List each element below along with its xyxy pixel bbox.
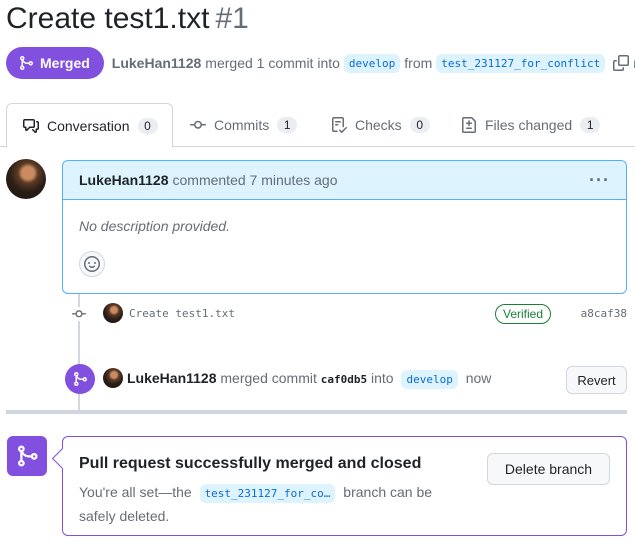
merge-status-box: Pull request successfully merged and clo… [62, 436, 627, 536]
pr-title: Create test1.txt [6, 2, 210, 35]
comment-body: No description provided. [79, 218, 230, 234]
git-merge-icon [74, 372, 88, 386]
comment-menu-icon[interactable]: ··· [589, 170, 610, 191]
git-commit-icon [72, 307, 86, 321]
avatar[interactable] [103, 368, 123, 388]
git-merge-icon [18, 445, 38, 467]
commit-message-link[interactable]: Create test1.txt [129, 307, 235, 320]
file-diff-icon [462, 117, 476, 133]
git-commit-icon [190, 120, 206, 129]
add-reaction-button[interactable] [79, 251, 105, 277]
avatar[interactable] [103, 303, 123, 323]
page-title: Create test1.txt #1 [6, 2, 249, 36]
tab-conversation[interactable]: Conversation 0 [6, 103, 173, 148]
tab-files-changed[interactable]: Files changed 1 [461, 103, 601, 147]
comment-timestamp[interactable]: commented 7 minutes ago [173, 172, 338, 188]
merge-desc-before: You're all set—the [79, 484, 192, 500]
comment-author-link[interactable]: LukeHan1128 [79, 172, 169, 188]
merge-commit-sha-link[interactable]: caf0db5 [321, 373, 367, 386]
delete-branch-button[interactable]: Delete branch [487, 453, 610, 485]
pr-description-comment: LukeHan1128 commented 7 minutes ago ··· … [62, 160, 627, 294]
merge-event-badge [65, 364, 95, 394]
tab-counter: 0 [137, 117, 158, 134]
head-branch-link[interactable]: test_231127_for_conflict [436, 53, 606, 73]
tab-label: Checks [355, 117, 402, 133]
tab-commits[interactable]: Commits 1 [190, 103, 298, 147]
git-merge-icon [20, 56, 34, 70]
verified-badge[interactable]: Verified [495, 304, 552, 324]
merged-status-icon [7, 436, 47, 476]
state-label: Merged [40, 55, 90, 71]
into-text: into [371, 370, 394, 386]
merged-state-badge: Merged [6, 47, 104, 79]
tab-label: Conversation [47, 117, 130, 134]
merger-author-link[interactable]: LukeHan1128 [127, 370, 217, 386]
base-branch-link[interactable]: develop [343, 53, 401, 73]
tab-counter: 1 [277, 117, 298, 133]
merged-commit-text: merged commit [220, 370, 317, 386]
copy-icon[interactable] [613, 55, 630, 71]
commit-sha-link[interactable]: a8caf38 [581, 307, 627, 320]
commit-row: Create test1.txt Verified a8caf38 [70, 302, 627, 326]
merge-time[interactable]: now [466, 370, 492, 386]
merge-status-description: You're all set—the test_231127_for_co… b… [79, 481, 449, 527]
tab-counter: 0 [409, 117, 430, 133]
deletable-branch-link[interactable]: test_231127_for_co… [199, 484, 336, 503]
checklist-icon [332, 117, 347, 133]
smiley-icon [84, 256, 100, 272]
revert-button[interactable]: Revert [566, 366, 627, 394]
tab-counter: 1 [580, 117, 601, 133]
avatar[interactable] [6, 159, 46, 199]
comment-header: LukeHan1128 commented 7 minutes ago [63, 161, 626, 200]
pr-number: #1 [215, 2, 249, 35]
tab-label: Files changed [485, 117, 573, 133]
pr-tabs: Conversation 0 Commits 1 Checks 0 Files … [0, 103, 635, 148]
from-text: from [404, 55, 433, 71]
comment-discussion-icon [23, 118, 39, 133]
pr-author-link[interactable]: LukeHan1128 [112, 55, 202, 71]
timeline-divider [6, 410, 627, 414]
merge-event-text: LukeHan1128 merged commit caf0db5 into d… [127, 370, 492, 389]
tab-checks[interactable]: Checks 0 [331, 103, 430, 147]
merge-summary-text: merged 1 commit into [205, 55, 340, 71]
merge-event: LukeHan1128 merged commit caf0db5 into d… [65, 364, 627, 394]
merge-status-title: Pull request successfully merged and clo… [79, 455, 422, 472]
pr-meta: Merged LukeHan1128 merged 1 commit into … [6, 47, 635, 79]
tab-label: Commits [214, 117, 270, 133]
merge-target-branch-link[interactable]: develop [401, 370, 458, 389]
